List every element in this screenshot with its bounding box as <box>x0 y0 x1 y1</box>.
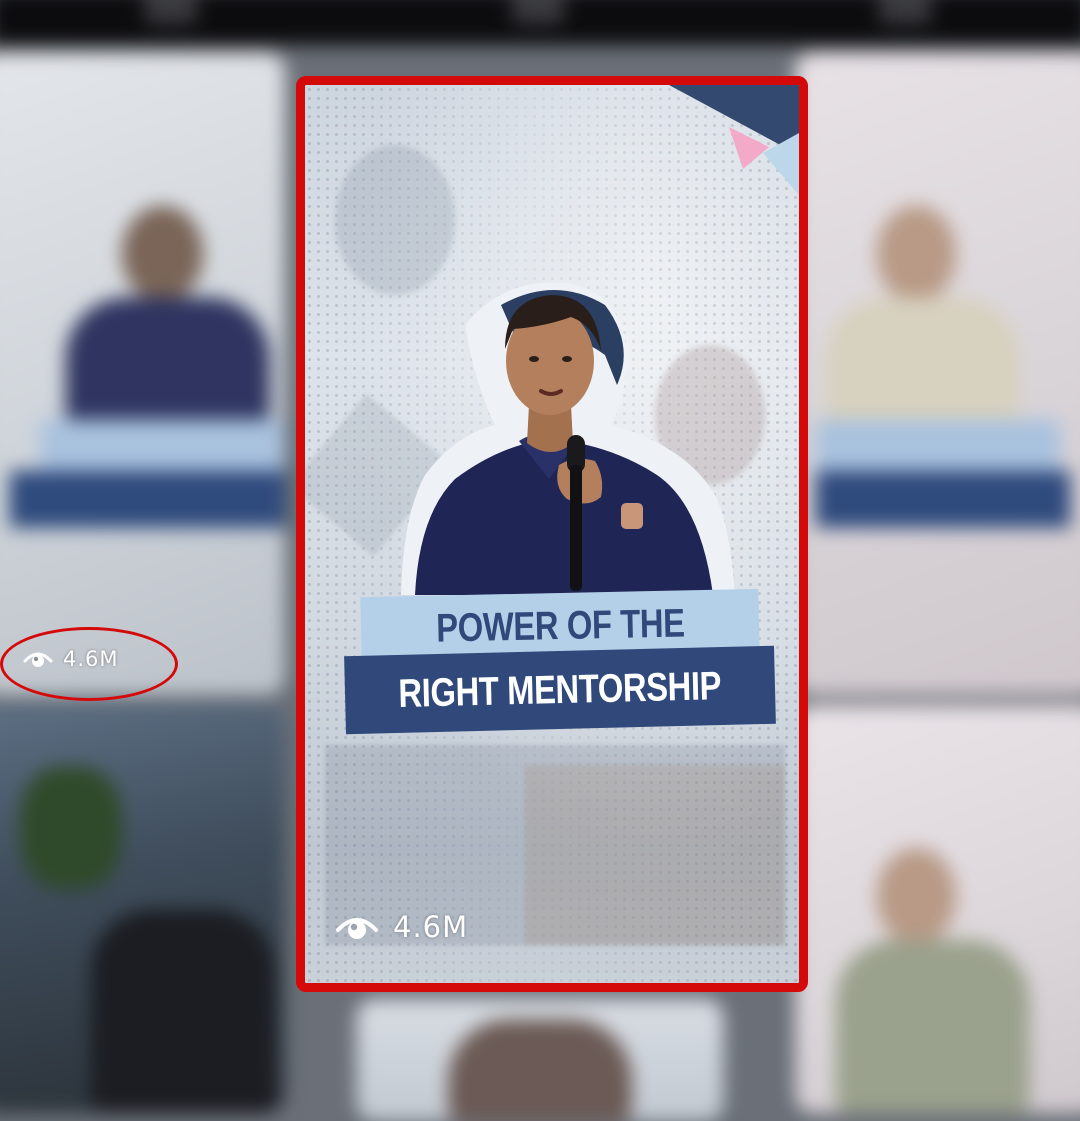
card-background: POWER OF THE RIGHT MENTORSHIP 4.6M <box>305 85 799 983</box>
video-title-line1: POWER OF THE <box>435 600 685 651</box>
eye-icon <box>23 652 53 667</box>
feed-tile[interactable] <box>356 999 724 1121</box>
side-view-count-text: 4.6M <box>63 647 119 671</box>
top-bar-icon <box>511 0 565 24</box>
feed-tile[interactable] <box>795 52 1080 696</box>
highlighted-video-card[interactable]: POWER OF THE RIGHT MENTORSHIP 4.6M <box>296 76 808 992</box>
side-view-count: 4.6M <box>23 647 119 671</box>
feed-tile[interactable] <box>0 705 286 1114</box>
feed-tile[interactable] <box>795 705 1080 1114</box>
video-title-line2: RIGHT MENTORSHIP <box>398 663 722 716</box>
eye-icon <box>336 918 378 939</box>
top-bar <box>0 0 1080 46</box>
feed-tile[interactable] <box>0 52 286 696</box>
corner-decoration <box>669 85 799 195</box>
title-band-bottom: RIGHT MENTORSHIP <box>344 645 776 735</box>
top-bar-icon <box>144 0 198 24</box>
top-bar-icon <box>878 0 932 24</box>
side-view-count-highlight: 4.6M <box>0 627 178 701</box>
view-count-text: 4.6M <box>393 910 469 944</box>
view-count: 4.6M <box>335 905 468 949</box>
